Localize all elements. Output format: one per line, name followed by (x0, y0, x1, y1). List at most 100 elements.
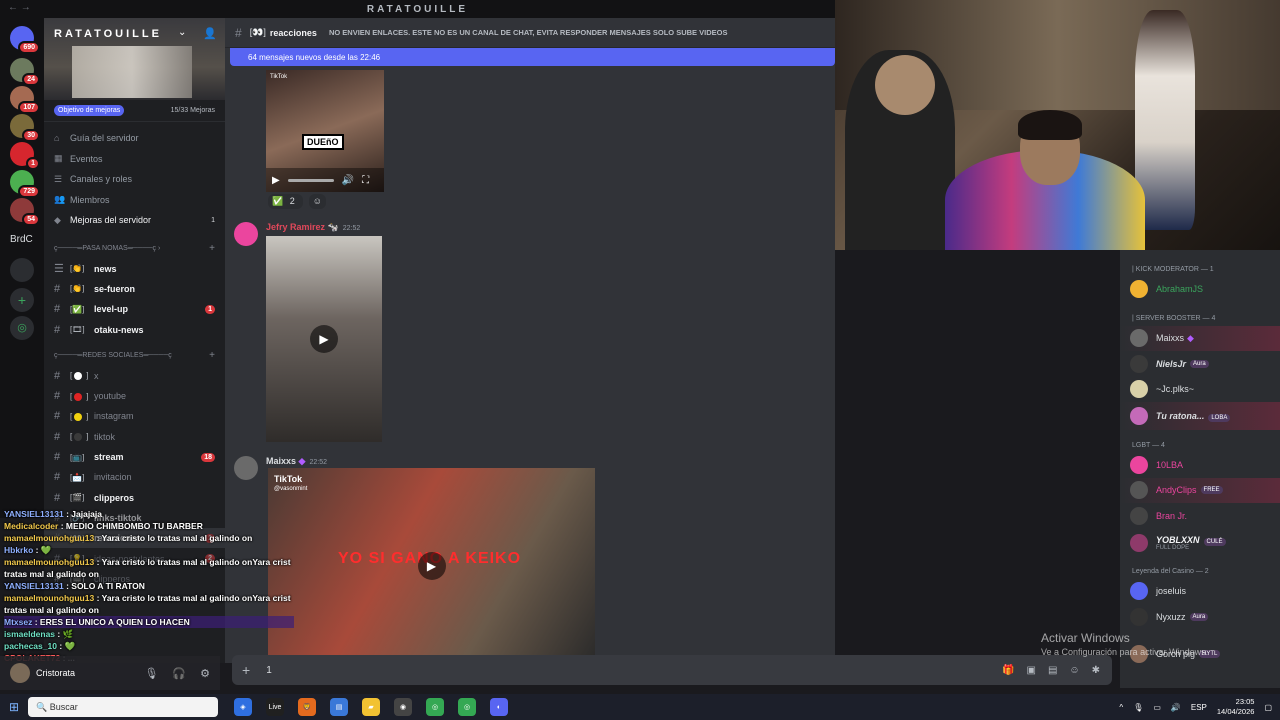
member-item[interactable]: Nyxuzz Aura (1120, 604, 1280, 630)
member-item[interactable]: YOBLXXN CULÉ FULL DOPE (1120, 529, 1280, 557)
discord-icon[interactable]: ◐ (490, 698, 508, 716)
back-forward-icon[interactable]: ← → (8, 2, 31, 13)
server-banner[interactable]: RATATOUILLE ⌄ 👤 (44, 18, 225, 100)
channel-level-up[interactable]: # [✅] level-up 1 (44, 299, 225, 319)
user-name[interactable]: Cristorata (36, 668, 75, 678)
gif-icon[interactable]: ▣ (1026, 665, 1035, 676)
menu-server-boosts[interactable]: ◆ Mejoras del servidor 1 (44, 210, 225, 231)
gift-icon[interactable]: 🎁 (1002, 665, 1014, 676)
channel-otaku-news[interactable]: # [🎞] otaku-news (44, 319, 225, 339)
headphones-icon[interactable]: 🎧 (172, 667, 186, 680)
message-author[interactable]: Maixxs ◆ 22:52 (266, 456, 327, 467)
channel-tiktok[interactable]: # [] tiktok (44, 427, 225, 447)
attach-plus-icon[interactable]: + (242, 662, 250, 678)
volume-icon[interactable]: 🔊 (342, 175, 354, 186)
emoji-icon[interactable]: ☺ (1069, 665, 1079, 676)
invite-icon[interactable]: 👤 (203, 27, 217, 40)
windows-start-icon[interactable]: ⊞ (0, 700, 28, 714)
microphone-icon[interactable]: 🎙 (144, 667, 158, 680)
member-item[interactable]: AbrahamJS (1120, 276, 1280, 302)
channel-topic[interactable]: NO ENVIEN ENLACES. ESTE NO ES UN CANAL D… (329, 28, 728, 37)
volume-icon[interactable]: 🔊 (1171, 703, 1181, 712)
category-pasa-nomas[interactable]: ç────═ PASA NOMAS ═────ç › + (44, 239, 225, 259)
message-composer[interactable]: + 1 🎁 ▣ ▤ ☺ ✱ (232, 655, 1112, 685)
member-item[interactable]: Bran Jr. (1120, 503, 1280, 529)
add-channel-icon[interactable]: + (209, 350, 215, 361)
category-redes-sociales[interactable]: ç────═ REDES SOCIALES ═────ç + (44, 346, 225, 366)
chevron-down-icon[interactable]: ⌄ (178, 27, 186, 38)
seek-bar[interactable] (287, 178, 334, 182)
avatar[interactable] (234, 456, 258, 480)
member-item[interactable]: NielsJr Aura (1120, 351, 1280, 377)
message-author[interactable]: Jefry Ramirez 🐄 22:52 (266, 222, 360, 233)
channel-clipperos[interactable]: # [🎬] clipperos (44, 487, 225, 507)
language-indicator[interactable]: ESP (1191, 703, 1207, 712)
folder-icon[interactable]: ▰ (362, 698, 380, 716)
hash-icon: # (54, 390, 61, 403)
member-item[interactable]: joseluis (1120, 579, 1280, 605)
brave-icon[interactable]: 🦁 (298, 698, 316, 716)
channel-emoji: [👏] (70, 264, 85, 274)
copilot-icon[interactable]: ◈ (234, 698, 252, 716)
member-item[interactable]: ~Jc.plks~ (1120, 377, 1280, 403)
notifications-icon[interactable]: ▢ (1264, 703, 1272, 712)
play-icon[interactable]: ▶ (417, 551, 446, 580)
server-icon[interactable]: 107 (10, 86, 40, 114)
server-icon[interactable]: 30 (10, 114, 40, 142)
server-name[interactable]: RATATOUILLE (54, 28, 162, 40)
fullscreen-icon[interactable]: ⛶ (362, 175, 369, 186)
member-item[interactable]: AndyClips FREE (1120, 477, 1280, 503)
server-icon[interactable]: 729 (10, 170, 40, 198)
channel-invitacion[interactable]: # [📩] invitacion (44, 467, 225, 487)
menu-channels-roles[interactable]: ☰ Canales y roles (44, 169, 225, 190)
server-icon[interactable]: 1 (10, 142, 40, 170)
new-messages-bar[interactable]: 64 mensajes nuevos desde las 22:46 (230, 48, 835, 66)
home-icon[interactable]: 690 (10, 26, 40, 54)
sticker-icon[interactable]: ▤ (1048, 665, 1057, 676)
obs-icon[interactable]: ◉ (394, 698, 412, 716)
chrome-icon[interactable]: ◎ (426, 698, 444, 716)
app-live[interactable]: Live (266, 698, 284, 716)
menu-server-guide[interactable]: ⌂ Guía del servidor (44, 128, 225, 149)
member-item[interactable]: Tu ratona... LOBA (1120, 402, 1280, 430)
member-item[interactable]: Maixxs ◆ (1120, 325, 1280, 351)
chevron-up-icon[interactable]: ^ (1119, 703, 1123, 712)
add-reaction-icon[interactable]: ☺ (308, 194, 326, 209)
taskbar-clock[interactable]: 23:05 14/04/2026 (1217, 697, 1255, 717)
channel-youtube[interactable]: # [] youtube (44, 386, 225, 406)
scrollbar[interactable] (1114, 343, 1118, 363)
member-item[interactable]: 10LBA (1120, 452, 1280, 478)
server-icon[interactable]: 54 (10, 198, 40, 226)
channel-news[interactable]: ☰ [👏] news (44, 259, 225, 279)
play-icon[interactable]: ▶ (310, 325, 338, 353)
notepad-icon[interactable]: ▤ (330, 698, 348, 716)
message-input[interactable]: 1 (266, 665, 272, 676)
reaction-check[interactable]: ✅ 2 (268, 194, 303, 209)
settings-gear-icon[interactable]: ⚙ (200, 667, 210, 680)
add-channel-icon[interactable]: + (209, 243, 215, 254)
channel-stream[interactable]: # [📺] stream 18 (44, 447, 225, 467)
server-folder-label[interactable]: BrdC (10, 234, 33, 245)
mic-tray-icon[interactable]: 🎙 (1133, 703, 1143, 712)
channel-x[interactable]: # [] x (44, 366, 225, 386)
channel-instagram[interactable]: # [] instagram (44, 406, 225, 426)
server-icon[interactable] (10, 258, 34, 282)
chrome-icon[interactable]: ◎ (458, 698, 476, 716)
apps-icon[interactable]: ✱ (1092, 665, 1100, 676)
avatar[interactable] (234, 222, 258, 246)
avatar (1130, 506, 1148, 525)
add-server-icon[interactable]: + (10, 288, 34, 312)
taskbar-search[interactable]: 🔍 Buscar (28, 697, 218, 717)
video-attachment[interactable]: TikTok DUEñO ▶ 🔊 ⛶ (266, 70, 384, 192)
video-attachment[interactable]: ▶ (266, 236, 382, 442)
boost-goal[interactable]: Objetivo de mejoras 15/33 Mejoras (44, 100, 225, 122)
network-icon[interactable]: ▭ (1153, 703, 1161, 712)
menu-members[interactable]: 👥 Miembros (44, 190, 225, 211)
video-attachment[interactable]: TikTok @vasonmint YO SI GANO A KEIKO ▶ (268, 468, 595, 663)
avatar[interactable] (10, 663, 30, 683)
menu-events[interactable]: ▦ Eventos (44, 149, 225, 170)
explore-icon[interactable]: ◎ (10, 316, 34, 340)
play-icon[interactable]: ▶ (272, 175, 280, 186)
channel-se-fueron[interactable]: # [👏] se-fueron (44, 279, 225, 299)
server-icon[interactable]: 24 (10, 58, 40, 86)
